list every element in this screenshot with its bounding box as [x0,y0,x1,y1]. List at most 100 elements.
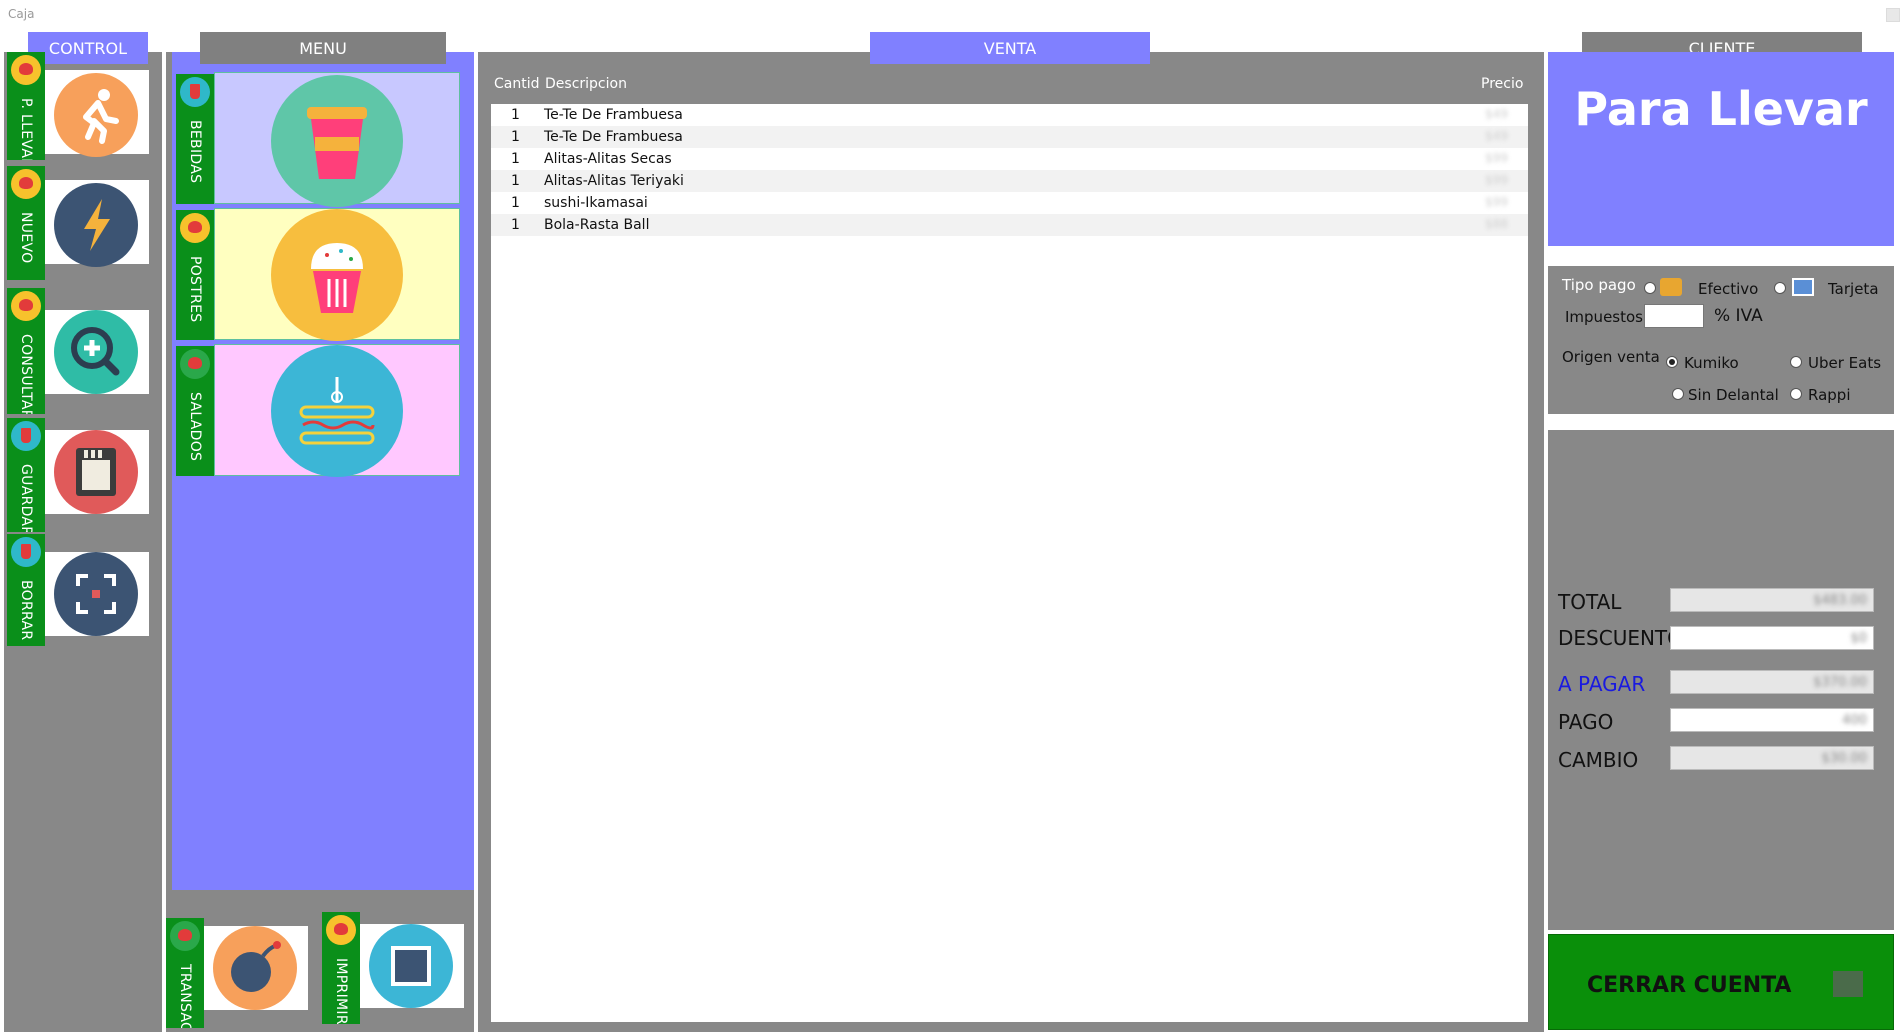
row-price: $49 [1485,129,1508,143]
sandwich-icon [271,345,403,477]
tarjeta-radio[interactable] [1774,282,1786,294]
lightning-icon [54,183,138,267]
control-item-p-llevar[interactable]: P. LLEVAR [7,52,45,160]
control-item-label: BORRAR [18,580,34,641]
origin-sindelantal-radio[interactable] [1672,388,1684,400]
focus-frame-icon [54,552,138,636]
badge-icon [11,421,41,451]
bebidas-button[interactable] [214,72,460,207]
row-qty: 1 [511,195,520,211]
salados-button[interactable] [214,344,460,477]
pago-input[interactable]: 400 [1670,708,1874,732]
total-label: TOTAL [1558,590,1622,614]
row-price: $88 [1485,217,1508,231]
window-control-button[interactable] [1886,8,1900,22]
postres-button[interactable] [214,208,460,341]
badge-icon [11,169,41,199]
action-transacc[interactable]: TRANSACC [166,918,204,1028]
origin-kumiko-radio[interactable] [1666,356,1678,368]
control-item-consultar[interactable]: CONSULTAR [7,288,45,414]
table-row[interactable]: 1 Alitas-Alitas Secas $99 [491,148,1528,170]
table-row[interactable]: 1 Alitas-Alitas Teriyaki $99 [491,170,1528,192]
cliente-name: Para Llevar [1574,82,1868,136]
cambio-label: CAMBIO [1558,748,1639,772]
origen-venta-label: Origen venta [1562,348,1660,366]
bomb-icon [213,926,297,1010]
sale-items-list[interactable]: 1 Te-Te De Frambuesa $49 1 Te-Te De Fram… [491,104,1528,1022]
cliente-panel[interactable]: Para Llevar [1548,52,1894,246]
table-row[interactable]: 1 Te-Te De Frambuesa $49 [491,104,1528,126]
payment-options-panel: Tipo pago Efectivo Tarjeta Impuestos % I… [1548,266,1894,414]
column-header-cantid[interactable]: Cantid [494,76,540,92]
row-qty: 1 [511,173,520,189]
table-row[interactable]: 1 Bola-Rasta Ball $88 [491,214,1528,236]
tipo-pago-label: Tipo pago [1562,276,1636,294]
card-icon [1792,278,1814,296]
row-price: $99 [1485,173,1508,187]
row-desc: Bola-Rasta Ball [544,217,650,233]
badge-icon [180,349,210,379]
efectivo-radio[interactable] [1644,282,1656,294]
pago-label: PAGO [1558,710,1614,734]
badge-icon [11,291,41,321]
imprimir-button[interactable] [360,924,464,1008]
cerrar-cuenta-label: CERRAR CUENTA [1587,973,1792,998]
guardar-button[interactable] [45,430,149,514]
control-header: CONTROL [28,32,148,64]
badge-icon [170,921,200,951]
total-field: $483.00 [1670,588,1874,612]
origin-ubereats-radio[interactable] [1790,356,1802,368]
apagar-field: $370.00 [1670,670,1874,694]
row-qty: 1 [511,217,520,233]
control-item-label: P. LLEVAR [18,98,34,160]
transacc-button[interactable] [204,926,308,1010]
badge-icon [326,915,356,945]
control-item-borrar[interactable]: BORRAR [7,534,45,646]
window-title: Caja [8,7,35,21]
pago-value: 400 [1842,713,1867,728]
totals-panel: TOTAL $483.00 DESCUENTO $0 A PAGAR $370.… [1548,430,1894,930]
control-item-label: GUARDAR [18,464,34,532]
sd-card-icon [54,430,138,514]
row-desc: Alitas-Alitas Teriyaki [544,173,684,189]
table-row[interactable]: 1 sushi-Ikamasai $99 [491,192,1528,214]
coffee-cup-icon [271,75,403,207]
zoom-plus-icon [54,310,138,394]
badge-icon [11,55,41,85]
nuevo-button[interactable] [45,180,149,267]
consultar-button[interactable] [45,310,149,394]
menu-item-postres[interactable]: POSTRES [176,210,214,340]
table-row[interactable]: 1 Te-Te De Frambuesa $49 [491,126,1528,148]
control-item-label: NUEVO [18,212,34,264]
descuento-label: DESCUENTO [1558,626,1683,650]
p-llevar-button[interactable] [45,70,149,157]
running-person-icon [54,73,138,157]
enter-key-icon [1833,971,1863,997]
control-item-label: CONSULTAR [18,334,34,414]
total-value: $483.00 [1813,593,1867,608]
action-label: IMPRIMIR [333,958,349,1024]
row-desc: Te-Te De Frambuesa [544,107,683,123]
origin-kumiko-label: Kumiko [1684,354,1739,372]
cupcake-icon [271,209,403,341]
column-header-descripcion[interactable]: Descripcion [545,76,627,92]
action-imprimir[interactable]: IMPRIMIR [322,912,360,1024]
row-qty: 1 [511,129,520,145]
origin-ubereats-label: Uber Eats [1808,354,1882,372]
cambio-value: $30.00 [1821,751,1868,766]
menu-item-salados[interactable]: SALADOS [176,346,214,476]
menu-header: MENU [200,32,446,64]
cerrar-cuenta-button[interactable]: CERRAR CUENTA [1548,934,1894,1030]
cambio-field: $30.00 [1670,746,1874,770]
row-qty: 1 [511,151,520,167]
control-item-guardar[interactable]: GUARDAR [7,418,45,532]
menu-item-bebidas[interactable]: BEBIDAS [176,74,214,204]
row-desc: Te-Te De Frambuesa [544,129,683,145]
origin-rappi-label: Rappi [1808,386,1851,404]
origin-rappi-radio[interactable] [1790,388,1802,400]
control-item-nuevo[interactable]: NUEVO [7,166,45,280]
borrar-button[interactable] [45,552,149,636]
impuestos-input[interactable] [1644,304,1704,328]
descuento-input[interactable]: $0 [1670,626,1874,650]
column-header-precio[interactable]: Precio [1481,76,1523,92]
